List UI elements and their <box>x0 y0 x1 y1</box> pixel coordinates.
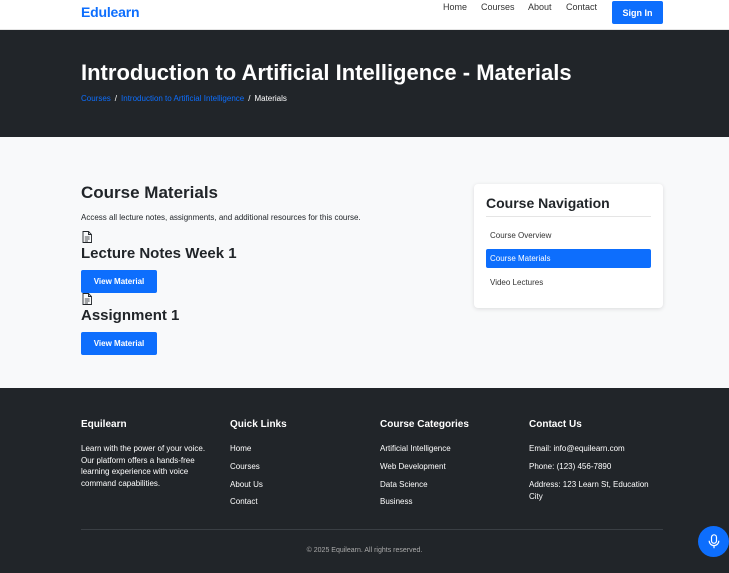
microphone-icon <box>708 534 719 549</box>
nav-link-about[interactable]: About <box>528 2 552 12</box>
voice-command-button[interactable] <box>698 526 729 557</box>
footer-contact-address: Address: 123 Learn St, Education City <box>529 480 649 501</box>
nav-link-home[interactable]: Home <box>443 2 467 12</box>
footer-category-data[interactable]: Data Science <box>380 480 428 489</box>
footer-link-about[interactable]: About Us <box>230 480 263 489</box>
course-nav-item-overview[interactable]: Course Overview <box>486 226 651 245</box>
footer-contact-heading: Contact Us <box>529 419 582 430</box>
footer-link-home[interactable]: Home <box>230 444 251 453</box>
document-icon <box>82 293 92 305</box>
view-material-button[interactable]: View Material <box>81 270 157 293</box>
material-title: Lecture Notes Week 1 <box>81 245 237 262</box>
breadcrumb-course[interactable]: Introduction to Artificial Intelligence <box>121 94 244 103</box>
view-material-button[interactable]: View Material <box>81 332 157 355</box>
sign-in-button[interactable]: Sign In <box>612 1 663 24</box>
copyright: © 2025 Equilearn. All rights reserved. <box>306 547 423 554</box>
course-navigation-title: Course Navigation <box>486 195 610 211</box>
nav-link-contact[interactable]: Contact <box>566 2 597 12</box>
footer-link-contact[interactable]: Contact <box>230 497 258 506</box>
course-nav-item-videos[interactable]: Video Lectures <box>486 273 651 292</box>
nav-link-courses[interactable]: Courses <box>481 2 515 12</box>
main-content: Course Materials Access all lecture note… <box>0 137 729 388</box>
footer-quick-links-heading: Quick Links <box>230 419 287 430</box>
footer-category-ai[interactable]: Artificial Intelligence <box>380 444 451 453</box>
footer-category-web[interactable]: Web Development <box>380 462 446 471</box>
hero-banner: Introduction to Artificial Intelligence … <box>0 30 729 137</box>
footer-divider <box>81 529 663 530</box>
footer-about-text: Learn with the power of your voice. Our … <box>81 444 206 488</box>
divider <box>486 216 651 217</box>
navbar: Edulearn Home Courses About Contact Sign… <box>0 0 729 30</box>
footer-contact-email: Email: info@equilearn.com <box>529 444 625 453</box>
brand-logo[interactable]: Edulearn <box>81 4 140 20</box>
course-navigation-card: Course Navigation Course Overview Course… <box>474 184 663 308</box>
footer-categories-heading: Course Categories <box>380 419 469 430</box>
breadcrumb-separator: / <box>248 94 251 103</box>
breadcrumb: Courses / Introduction to Artificial Intel… <box>81 94 287 103</box>
document-icon <box>82 231 92 243</box>
material-title: Assignment 1 <box>81 307 180 324</box>
footer-category-business[interactable]: Business <box>380 497 412 506</box>
footer-about-heading: Equilearn <box>81 419 127 430</box>
footer-link-courses[interactable]: Courses <box>230 462 260 471</box>
section-description: Access all lecture notes, assignments, a… <box>81 213 361 222</box>
breadcrumb-separator: / <box>114 94 118 103</box>
page-title: Introduction to Artificial Intelligence … <box>81 60 572 85</box>
course-nav-item-materials[interactable]: Course Materials <box>486 249 651 268</box>
footer: Equilearn Learn with the power of your v… <box>0 388 729 573</box>
section-title: Course Materials <box>81 183 218 202</box>
footer-contact-phone: Phone: (123) 456-7890 <box>529 462 612 471</box>
breadcrumb-current: Materials <box>254 94 287 103</box>
breadcrumb-courses[interactable]: Courses <box>81 94 111 103</box>
